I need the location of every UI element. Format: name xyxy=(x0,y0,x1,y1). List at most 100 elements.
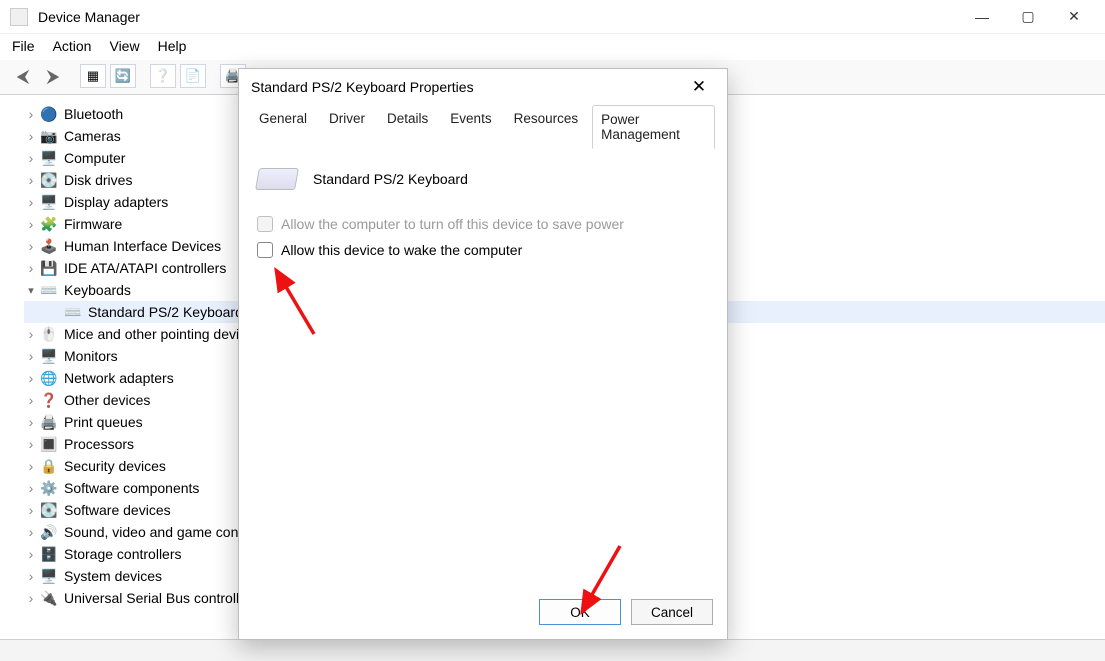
tree-node-label: Human Interface Devices xyxy=(64,238,221,254)
device-icon: 🔌 xyxy=(40,589,58,607)
toolbar-help-icon[interactable]: ❔ xyxy=(150,64,176,88)
keyboard-icon xyxy=(255,168,299,190)
forward-button[interactable]: ⮞ xyxy=(40,64,66,88)
device-icon: 🖥️ xyxy=(40,567,58,585)
device-icon: 🖨️ xyxy=(40,413,58,431)
tree-node-label: Print queues xyxy=(64,414,143,430)
chevron-right-icon[interactable] xyxy=(24,590,38,606)
chevron-right-icon[interactable] xyxy=(24,260,38,276)
tree-node-label: Monitors xyxy=(64,348,118,364)
tab-general[interactable]: General xyxy=(251,105,315,149)
chevron-down-icon[interactable] xyxy=(24,284,38,297)
chevron-right-icon[interactable] xyxy=(24,106,38,122)
maximize-button[interactable]: ▢ xyxy=(1005,2,1051,32)
minimize-button[interactable]: — xyxy=(959,2,1005,32)
device-icon: ⚙️ xyxy=(40,479,58,497)
tree-node-label: Computer xyxy=(64,150,125,166)
chevron-right-icon[interactable] xyxy=(24,348,38,364)
tab-details[interactable]: Details xyxy=(379,105,436,149)
device-icon: 🌐 xyxy=(40,369,58,387)
dialog-title: Standard PS/2 Keyboard Properties xyxy=(251,79,474,95)
toolbar-showhide-icon[interactable]: ▦ xyxy=(80,64,106,88)
menubar: File Action View Help xyxy=(0,34,1105,60)
window-title: Device Manager xyxy=(38,9,140,25)
dialog-tabs: GeneralDriverDetailsEventsResourcesPower… xyxy=(239,105,727,150)
chevron-right-icon[interactable] xyxy=(24,194,38,210)
tab-driver[interactable]: Driver xyxy=(321,105,373,149)
device-icon: 🔳 xyxy=(40,435,58,453)
chevron-right-icon[interactable] xyxy=(24,216,38,232)
menu-action[interactable]: Action xyxy=(53,38,92,54)
tree-node-label: Network adapters xyxy=(64,370,174,386)
tree-node-label: Standard PS/2 Keyboard xyxy=(88,304,243,320)
toolbar-scan-icon[interactable]: 🔄 xyxy=(110,64,136,88)
toolbar-props-icon[interactable]: 📄 xyxy=(180,64,206,88)
tab-events[interactable]: Events xyxy=(442,105,499,149)
device-icon: 🔵 xyxy=(40,105,58,123)
checkbox-allow-turn-off xyxy=(257,216,273,232)
chevron-right-icon[interactable] xyxy=(24,502,38,518)
tree-node-label: Cameras xyxy=(64,128,121,144)
device-icon: 🕹️ xyxy=(40,237,58,255)
chevron-right-icon[interactable] xyxy=(24,392,38,408)
chevron-right-icon[interactable] xyxy=(24,546,38,562)
chevron-right-icon[interactable] xyxy=(24,326,38,342)
device-icon: ❓ xyxy=(40,391,58,409)
chevron-right-icon[interactable] xyxy=(24,128,38,144)
device-icon: 💾 xyxy=(40,259,58,277)
close-button[interactable]: ✕ xyxy=(1051,2,1097,32)
device-icon: 🖥️ xyxy=(40,347,58,365)
tree-node-label: Keyboards xyxy=(64,282,131,298)
chevron-right-icon[interactable] xyxy=(24,150,38,166)
tree-node-label: Display adapters xyxy=(64,194,168,210)
cancel-button[interactable]: Cancel xyxy=(631,599,713,625)
chevron-right-icon[interactable] xyxy=(24,436,38,452)
titlebar: Device Manager — ▢ ✕ xyxy=(0,0,1105,34)
tree-node-label: Storage controllers xyxy=(64,546,182,562)
device-icon: 🖱️ xyxy=(40,325,58,343)
device-icon: 🧩 xyxy=(40,215,58,233)
device-icon: 🖥️ xyxy=(40,193,58,211)
tree-node-label: System devices xyxy=(64,568,162,584)
device-icon: 💽 xyxy=(40,501,58,519)
tree-node-label: Universal Serial Bus controllers xyxy=(64,590,259,606)
tree-node-label: Firmware xyxy=(64,216,122,232)
device-icon: 🔊 xyxy=(40,523,58,541)
tree-node-label: Software components xyxy=(64,480,199,496)
device-icon: 🗄️ xyxy=(40,545,58,563)
chevron-right-icon[interactable] xyxy=(24,480,38,496)
chevron-right-icon[interactable] xyxy=(24,524,38,540)
tab-resources[interactable]: Resources xyxy=(506,105,587,149)
chevron-right-icon[interactable] xyxy=(24,172,38,188)
tab-power-management[interactable]: Power Management xyxy=(592,105,715,149)
app-icon xyxy=(10,8,28,26)
tree-node-label: Processors xyxy=(64,436,134,452)
chevron-right-icon[interactable] xyxy=(24,568,38,584)
statusbar xyxy=(0,639,1105,661)
tree-node-label: Security devices xyxy=(64,458,166,474)
menu-file[interactable]: File xyxy=(12,38,35,54)
menu-help[interactable]: Help xyxy=(158,38,187,54)
checkbox-allow-wake[interactable] xyxy=(257,242,273,258)
properties-dialog: Standard PS/2 Keyboard Properties ✕ Gene… xyxy=(238,68,728,640)
chevron-right-icon[interactable] xyxy=(24,414,38,430)
menu-view[interactable]: View xyxy=(109,38,139,54)
chevron-right-icon[interactable] xyxy=(24,238,38,254)
tab-power-management: Standard PS/2 Keyboard Allow the compute… xyxy=(239,150,727,589)
tree-node-label: Mice and other pointing devices xyxy=(64,326,261,342)
chevron-right-icon[interactable] xyxy=(24,458,38,474)
tree-node-label: Bluetooth xyxy=(64,106,123,122)
device-icon: 💽 xyxy=(40,171,58,189)
dialog-close-button[interactable]: ✕ xyxy=(683,73,715,101)
device-name: Standard PS/2 Keyboard xyxy=(313,171,468,187)
option-allow-wake[interactable]: Allow this device to wake the computer xyxy=(257,242,709,258)
ok-button[interactable]: OK xyxy=(539,599,621,625)
option-label: Allow the computer to turn off this devi… xyxy=(281,216,624,232)
back-button[interactable]: ⮜ xyxy=(10,64,36,88)
device-icon: 🔒 xyxy=(40,457,58,475)
tree-node-label: IDE ATA/ATAPI controllers xyxy=(64,260,226,276)
chevron-right-icon[interactable] xyxy=(24,370,38,386)
tree-node-label: Other devices xyxy=(64,392,150,408)
option-label: Allow this device to wake the computer xyxy=(281,242,522,258)
device-icon: 📷 xyxy=(40,127,58,145)
